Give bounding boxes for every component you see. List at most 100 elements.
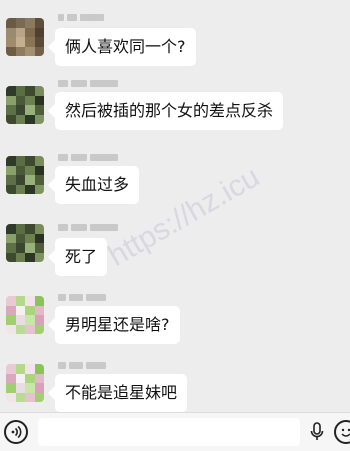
avatar-pixel (6, 252, 16, 262)
avatar-pixel (6, 233, 16, 243)
avatar-pixel (15, 46, 25, 56)
avatar-pixel (6, 86, 16, 96)
avatar-pixel (15, 27, 25, 37)
avatar-pixel (15, 184, 25, 194)
avatar-pixel (25, 315, 35, 325)
avatar-pixel (25, 184, 35, 194)
avatar-pixel (25, 114, 35, 124)
message-bubble[interactable]: 俩人喜欢同一个? (55, 28, 196, 66)
avatar-pixel (6, 37, 16, 47)
avatar[interactable] (6, 364, 44, 402)
message-bubble[interactable]: 然后被插的那个女的差点反杀 (55, 92, 284, 130)
avatar-pixel (25, 95, 35, 105)
avatar-pixel (34, 27, 44, 37)
chat-message: 不能是追星妹吧 (0, 358, 350, 414)
avatar[interactable] (6, 86, 44, 124)
avatar-pixel (15, 95, 25, 105)
avatar-pixel (6, 156, 16, 166)
avatar-pixel (15, 243, 25, 253)
microphone-icon (310, 422, 324, 440)
avatar-pixel (6, 184, 16, 194)
message-text: 俩人喜欢同一个? (65, 37, 186, 56)
message-text: 男明星还是啥? (65, 315, 170, 334)
avatar-pixel (34, 392, 44, 402)
avatar-pixel (15, 105, 25, 115)
avatar-pixel (15, 315, 25, 325)
avatar-pixel (34, 233, 44, 243)
avatar-pixel (25, 364, 35, 374)
avatar-pixel (6, 175, 16, 185)
avatar-pixel (6, 364, 16, 374)
avatar-pixel (25, 175, 35, 185)
message-bubble[interactable]: 死了 (55, 238, 108, 276)
avatar-pixel (25, 27, 35, 37)
avatar-pixel (34, 224, 44, 234)
avatar-pixel (6, 105, 16, 115)
voice-toggle-button[interactable] (4, 420, 28, 444)
avatar-pixel (34, 156, 44, 166)
avatar-pixel (25, 224, 35, 234)
chat-message-list[interactable]: https://hz.icu 俩人喜欢同一个? 然后被插的那个女的差点反杀 失血… (0, 0, 350, 412)
avatar-pixel (34, 305, 44, 315)
avatar-pixel (34, 37, 44, 47)
message-bubble[interactable]: 失血过多 (55, 166, 140, 204)
avatar-pixel (25, 18, 35, 28)
message-text: 不能是追星妹吧 (65, 383, 178, 402)
avatar-pixel (6, 114, 16, 124)
avatar-pixel (6, 224, 16, 234)
message-bubble[interactable]: 不能是追星妹吧 (55, 374, 188, 412)
avatar-pixel (6, 383, 16, 393)
avatar-pixel (25, 156, 35, 166)
avatar-pixel (6, 95, 16, 105)
avatar-pixel (34, 18, 44, 28)
avatar-pixel (34, 105, 44, 115)
avatar-pixel (25, 46, 35, 56)
avatar-pixel (25, 37, 35, 47)
avatar[interactable] (6, 296, 44, 334)
sender-name-blurred (58, 294, 106, 303)
message-text: 然后被插的那个女的差点反杀 (65, 101, 274, 120)
avatar-pixel (34, 95, 44, 105)
avatar-pixel (6, 315, 16, 325)
avatar-pixel (34, 114, 44, 124)
chat-message: 俩人喜欢同一个? (0, 4, 350, 66)
avatar-pixel (25, 243, 35, 253)
avatar[interactable] (6, 156, 44, 194)
avatar-pixel (6, 392, 16, 402)
avatar-pixel (25, 305, 35, 315)
avatar-pixel (15, 224, 25, 234)
avatar-pixel (34, 175, 44, 185)
avatar-pixel (34, 252, 44, 262)
microphone-button[interactable] (307, 421, 327, 443)
message-input[interactable] (38, 418, 300, 446)
avatar[interactable] (6, 224, 44, 262)
avatar-pixel (15, 165, 25, 175)
avatar-pixel (6, 305, 16, 315)
avatar-pixel (34, 184, 44, 194)
avatar-pixel (15, 392, 25, 402)
avatar-pixel (15, 37, 25, 47)
avatar-pixel (15, 233, 25, 243)
avatar-pixel (15, 252, 25, 262)
avatar-pixel (34, 383, 44, 393)
sender-name-blurred (58, 14, 104, 23)
avatar-pixel (6, 18, 16, 28)
avatar-pixel (6, 27, 16, 37)
emoji-button[interactable] (334, 420, 350, 444)
avatar[interactable] (6, 18, 44, 56)
avatar-pixel (6, 165, 16, 175)
voice-wave-icon (11, 425, 22, 439)
avatar-pixel (15, 114, 25, 124)
sender-name-blurred (58, 224, 118, 233)
avatar-pixel (25, 324, 35, 334)
chat-message: 死了 (0, 218, 350, 278)
avatar-pixel (34, 315, 44, 325)
avatar-pixel (34, 86, 44, 96)
avatar-pixel (34, 243, 44, 253)
chat-message: 失血过多 (0, 148, 350, 208)
chat-message: 男明星还是啥? (0, 290, 350, 350)
avatar-pixel (34, 364, 44, 374)
avatar-pixel (25, 383, 35, 393)
avatar-pixel (6, 296, 16, 306)
message-bubble[interactable]: 男明星还是啥? (55, 306, 180, 344)
